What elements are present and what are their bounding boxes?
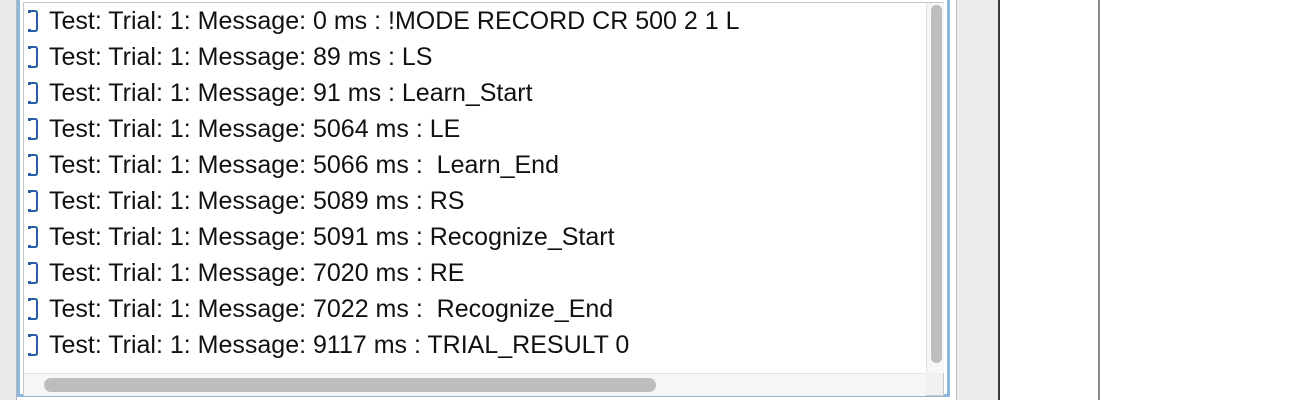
side-panel (956, 0, 999, 400)
document-icon (28, 10, 38, 32)
log-row[interactable]: Test: Trial: 1: Message: 0 ms : !MODE RE… (24, 3, 920, 39)
log-row[interactable]: Test: Trial: 1: Message: 9117 ms : TRIAL… (24, 327, 920, 363)
log-row[interactable]: Test: Trial: 1: Message: 91 ms : Learn_S… (24, 75, 920, 111)
log-row[interactable]: Test: Trial: 1: Message: 7022 ms : Recog… (24, 291, 920, 327)
log-row-text: Test: Trial: 1: Message: 5089 ms : RS (49, 187, 465, 215)
document-icon (28, 82, 38, 104)
document-icon (28, 334, 38, 356)
log-row[interactable]: Test: Trial: 1: Message: 5066 ms : Learn… (24, 147, 920, 183)
document-icon (28, 118, 38, 140)
document-icon (28, 262, 38, 284)
log-view[interactable]: Test: Trial: 1: Message: 0 ms : !MODE RE… (23, 2, 944, 396)
far-right-area (1100, 0, 1294, 400)
left-edge-panel (0, 0, 17, 400)
log-row[interactable]: Test: Trial: 1: Message: 5089 ms : RS (24, 183, 920, 219)
log-row[interactable]: Test: Trial: 1: Message: 7020 ms : RE (24, 255, 920, 291)
log-row[interactable]: Test: Trial: 1: Message: 89 ms : LS (24, 39, 920, 75)
log-row-text: Test: Trial: 1: Message: 91 ms : Learn_S… (49, 79, 533, 107)
log-row-text: Test: Trial: 1: Message: 9117 ms : TRIAL… (49, 331, 630, 359)
vertical-scrollbar[interactable] (926, 3, 944, 373)
document-icon (28, 226, 38, 248)
log-row-text: Test: Trial: 1: Message: 89 ms : LS (49, 43, 433, 71)
horizontal-scrollbar-thumb[interactable] (44, 378, 656, 392)
log-row-text: Test: Trial: 1: Message: 7020 ms : RE (49, 259, 465, 287)
window: Test: Trial: 1: Message: 0 ms : !MODE RE… (0, 0, 1294, 400)
scrollbar-corner (926, 373, 943, 395)
document-icon (28, 46, 38, 68)
document-icon (28, 190, 38, 212)
log-frame: Test: Trial: 1: Message: 0 ms : !MODE RE… (17, 0, 950, 397)
vertical-scrollbar-thumb[interactable] (931, 5, 942, 363)
log-row-text: Test: Trial: 1: Message: 5066 ms : Learn… (49, 151, 559, 179)
log-row-text: Test: Trial: 1: Message: 0 ms : !MODE RE… (49, 7, 740, 35)
log-row[interactable]: Test: Trial: 1: Message: 5064 ms : LE (24, 111, 920, 147)
log-row-text: Test: Trial: 1: Message: 5064 ms : LE (49, 115, 461, 143)
log-list[interactable]: Test: Trial: 1: Message: 0 ms : !MODE RE… (24, 3, 920, 372)
log-row[interactable]: Test: Trial: 1: Message: 5091 ms : Recog… (24, 219, 920, 255)
document-icon (28, 154, 38, 176)
document-icon (28, 298, 38, 320)
right-panel (1000, 0, 1098, 400)
log-row-text: Test: Trial: 1: Message: 7022 ms : Recog… (49, 295, 614, 323)
horizontal-scrollbar[interactable] (24, 373, 926, 396)
log-row-text: Test: Trial: 1: Message: 5091 ms : Recog… (49, 223, 615, 251)
